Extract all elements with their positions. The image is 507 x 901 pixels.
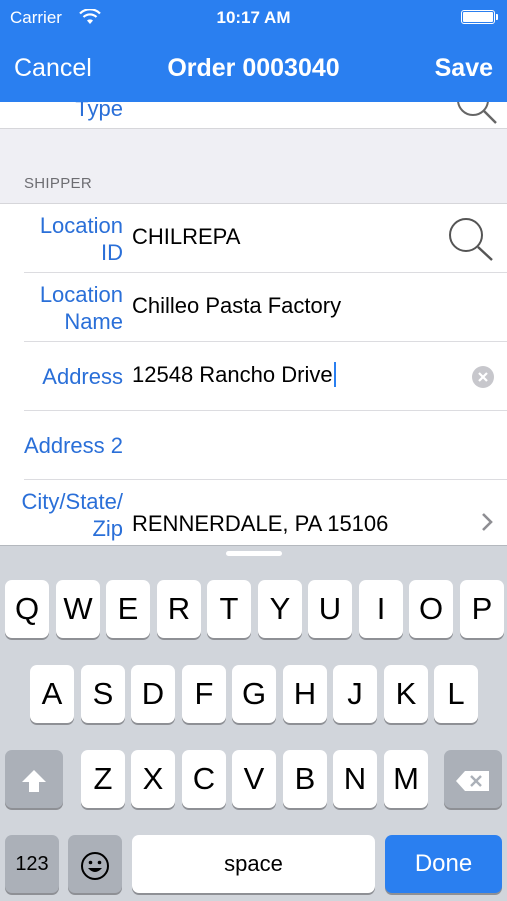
address-2-row[interactable]: Address 2 — [0, 411, 507, 480]
space-key[interactable]: space — [132, 835, 375, 893]
key-m[interactable]: M — [384, 750, 428, 808]
status-time: 10:17 AM — [216, 8, 291, 27]
search-icon[interactable] — [455, 102, 499, 131]
battery-icon — [461, 10, 498, 24]
location-name-label: Location Name — [39, 282, 123, 334]
key-n[interactable]: N — [333, 750, 377, 808]
type-row[interactable]: Type — [0, 102, 507, 129]
delete-icon — [455, 761, 491, 796]
shift-key[interactable] — [5, 750, 63, 808]
emoji-icon — [80, 846, 110, 881]
keyboard: Q W E R T Y U I O P A S D F G H J K L Z … — [0, 545, 507, 901]
key-k[interactable]: K — [384, 665, 428, 723]
key-j[interactable]: J — [333, 665, 377, 723]
key-t[interactable]: T — [207, 580, 251, 638]
key-u[interactable]: U — [308, 580, 352, 638]
search-icon[interactable] — [447, 216, 495, 267]
key-w[interactable]: W — [56, 580, 100, 638]
page-title: Order 0003040 — [167, 54, 340, 82]
numbers-key[interactable]: 123 — [5, 835, 59, 893]
key-g[interactable]: G — [232, 665, 276, 723]
key-p[interactable]: P — [460, 580, 504, 638]
city-state-zip-row[interactable]: City/State/ Zip RENNERDALE, PA 15106 — [0, 480, 507, 545]
location-id-row[interactable]: Location ID CHILREPA — [0, 204, 507, 273]
location-id-field[interactable]: CHILREPA — [132, 224, 240, 250]
status-bar: Carrier 10:17 AM — [0, 0, 507, 36]
key-z[interactable]: Z — [81, 750, 125, 808]
location-name-field[interactable]: Chilleo Pasta Factory — [132, 293, 341, 319]
chevron-right-icon[interactable] — [481, 512, 493, 537]
key-h[interactable]: H — [283, 665, 327, 723]
delete-key[interactable] — [444, 750, 502, 808]
done-key[interactable]: Done — [385, 835, 502, 893]
shift-icon — [20, 761, 48, 796]
address-2-label: Address 2 — [23, 433, 123, 458]
key-d[interactable]: D — [131, 665, 175, 723]
city-state-zip-field[interactable]: RENNERDALE, PA 15106 — [132, 511, 388, 537]
key-x[interactable]: X — [131, 750, 175, 808]
clear-icon[interactable] — [471, 365, 495, 394]
key-y[interactable]: Y — [258, 580, 302, 638]
key-a[interactable]: A — [30, 665, 74, 723]
key-q[interactable]: Q — [5, 580, 49, 638]
key-e[interactable]: E — [106, 580, 150, 638]
key-c[interactable]: C — [182, 750, 226, 808]
key-b[interactable]: B — [283, 750, 327, 808]
top-bar: Carrier 10:17 AM Cancel Order 0003040 Sa… — [0, 0, 507, 102]
type-label: Type — [75, 102, 123, 121]
text-cursor — [333, 362, 336, 387]
key-v[interactable]: V — [232, 750, 276, 808]
navigation-bar: Cancel Order 0003040 Save — [0, 40, 507, 100]
keyboard-handle — [226, 551, 282, 556]
key-l[interactable]: L — [434, 665, 478, 723]
address-label: Address — [42, 364, 123, 389]
address-row[interactable]: Address 12548 Rancho Drive — [0, 342, 507, 411]
emoji-key[interactable] — [68, 835, 122, 893]
key-s[interactable]: S — [81, 665, 125, 723]
key-f[interactable]: F — [182, 665, 226, 723]
shipper-fields: Location ID CHILREPA Location Name Chill… — [0, 203, 507, 545]
key-r[interactable]: R — [157, 580, 201, 638]
location-id-label: Location ID — [39, 213, 123, 265]
location-name-row[interactable]: Location Name Chilleo Pasta Factory — [0, 273, 507, 342]
section-header-shipper: SHIPPER — [24, 175, 92, 192]
address-field[interactable]: 12548 Rancho Drive — [132, 362, 336, 388]
city-state-zip-label: City/State/ Zip — [21, 489, 123, 541]
key-o[interactable]: O — [409, 580, 453, 638]
order-form: Type SHIPPER Location ID CHILREPA Locati… — [0, 102, 507, 545]
key-i[interactable]: I — [359, 580, 403, 638]
save-button[interactable]: Save — [435, 54, 493, 83]
